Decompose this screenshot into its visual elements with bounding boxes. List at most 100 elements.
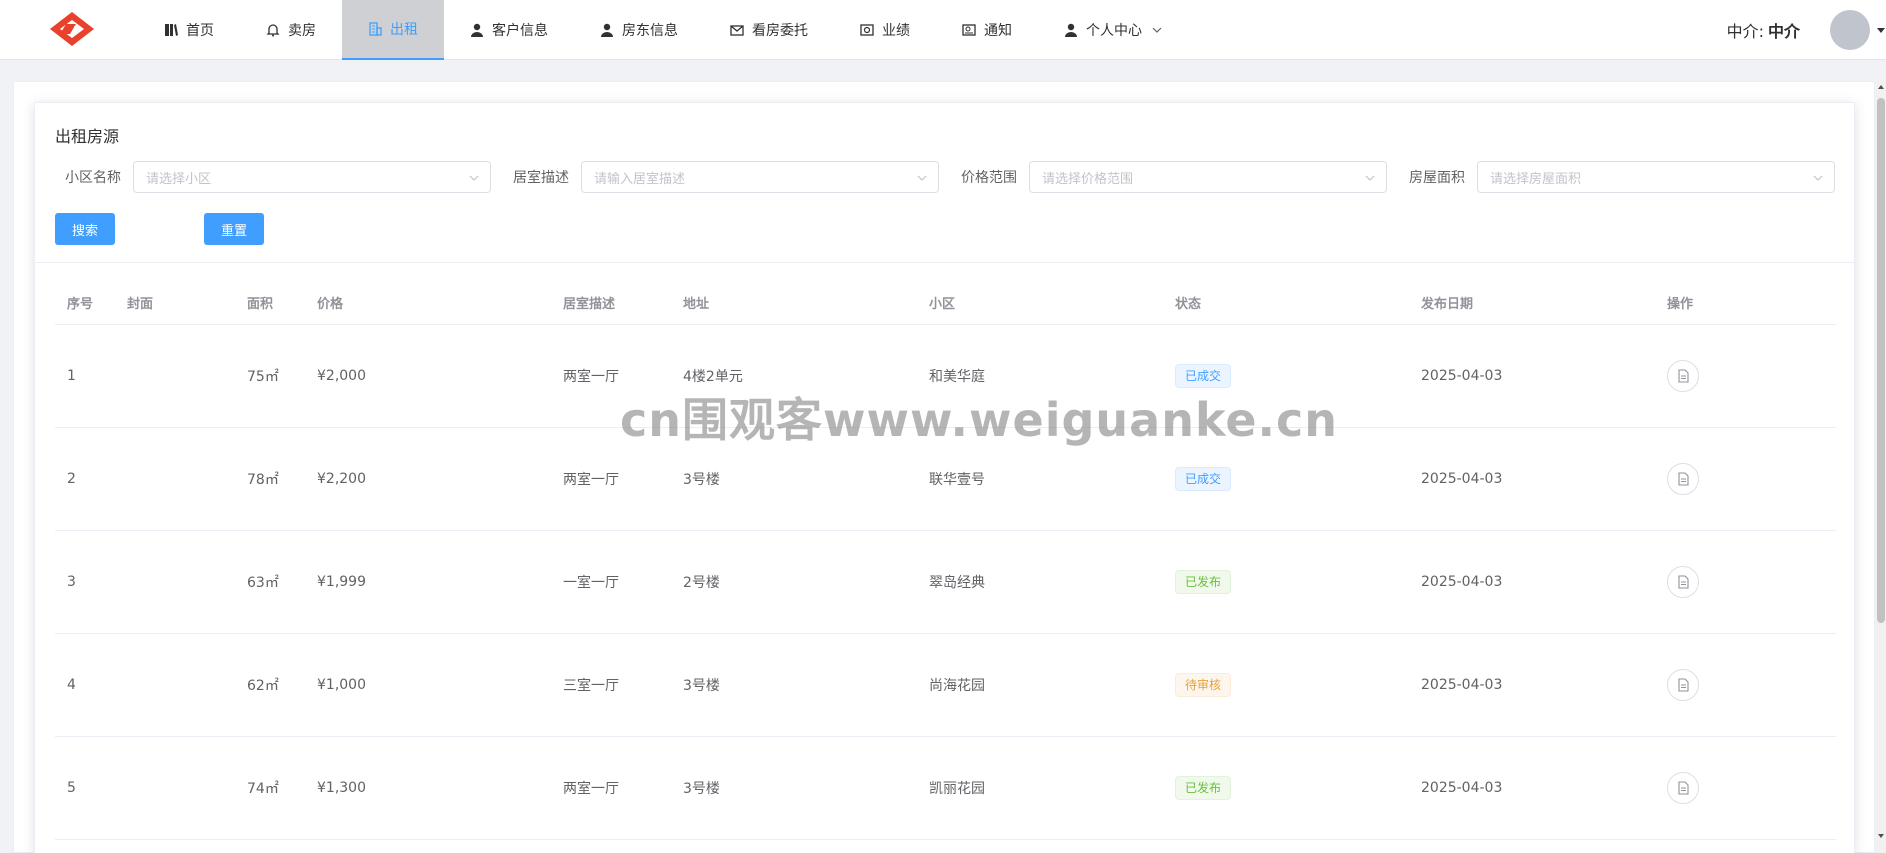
nav-customers-label: 客户信息 (492, 23, 548, 39)
search-button[interactable]: 搜索 (55, 213, 115, 245)
chevron-down-icon (1813, 175, 1823, 181)
nav-notice-label: 通知 (984, 23, 1012, 39)
scroll-down-icon[interactable] (1877, 832, 1885, 840)
user-icon (601, 23, 613, 37)
bell-icon (266, 24, 280, 37)
cell-actions (1655, 463, 1816, 495)
cell-no: 3 (67, 574, 76, 590)
scrollbar-thumb[interactable] (1877, 98, 1885, 623)
cell-address: 3号楼 (683, 472, 720, 488)
col-header-area: 面积 (247, 297, 274, 312)
col-header-community: 小区 (929, 297, 956, 312)
cell-community: 凯丽花园 (929, 781, 985, 797)
nav-performance-label: 业绩 (882, 23, 910, 39)
cell-room: 两室一厅 (563, 369, 619, 385)
cell-status: 已成交 (1163, 364, 1409, 388)
nav-customers[interactable]: 客户信息 (444, 0, 574, 60)
scroll-up-icon[interactable] (1877, 83, 1885, 91)
price-select[interactable]: 请选择价格范围 (1029, 161, 1387, 193)
cell-area: 78㎡ (247, 472, 279, 488)
cell-address: 3号楼 (683, 781, 720, 797)
nav-home[interactable]: 首页 (138, 0, 240, 60)
user-icon (471, 23, 483, 37)
nav-landlords-label: 房东信息 (622, 23, 678, 39)
cell-status: 已发布 (1163, 776, 1409, 800)
cell-actions (1655, 669, 1816, 701)
table-row: 2 78㎡ ¥2,200 两室一厅 3号楼 联华壹号 已成交 2025-04-03 (55, 428, 1836, 531)
agent-name: 中介 (1767, 22, 1800, 41)
agent-label: 中介: (1726, 22, 1764, 41)
cell-address: 4楼2单元 (683, 369, 743, 385)
cell-actions (1655, 772, 1816, 804)
document-icon (1678, 575, 1689, 589)
avatar[interactable] (1830, 10, 1870, 50)
cell-room: 一室一厅 (563, 575, 619, 591)
chevron-down-icon (1152, 27, 1162, 33)
view-detail-button[interactable] (1667, 360, 1699, 392)
view-detail-button[interactable] (1667, 463, 1699, 495)
table-row: 4 62㎡ ¥1,000 三室一厅 3号楼 尚海花园 待审核 2025-04-03 (55, 634, 1836, 737)
nav-sell[interactable]: 卖房 (240, 0, 342, 60)
cell-area: 75㎡ (247, 369, 279, 385)
logo-icon[interactable] (46, 10, 98, 48)
mail-icon (730, 25, 744, 36)
nav-profile[interactable]: 个人中心 (1038, 0, 1188, 60)
rent-table: 序号 封面 面积 价格 居室描述 地址 小区 状态 发布日期 操作 1 75㎡ ¥2… (55, 281, 1836, 840)
table-row: 5 74㎡ ¥1,300 两室一厅 3号楼 凯丽花园 已发布 2025-04-03 (55, 737, 1836, 840)
cell-price: ¥1,000 (317, 677, 366, 693)
filter-community: 小区名称 请选择小区 (65, 161, 491, 193)
price-select-placeholder: 请选择价格范围 (1042, 171, 1134, 187)
col-header-room: 居室描述 (563, 297, 616, 312)
status-badge: 已发布 (1175, 570, 1232, 594)
cell-community: 翠岛经典 (929, 575, 985, 591)
col-header-cover: 封面 (127, 297, 154, 312)
col-header-actions: 操作 (1667, 297, 1694, 312)
cell-status: 待审核 (1163, 673, 1409, 697)
reset-button[interactable]: 重置 (204, 213, 264, 245)
cell-actions (1655, 360, 1816, 392)
filter-community-label: 小区名称 (65, 170, 121, 186)
nav-rent-label: 出租 (390, 22, 418, 38)
nav-performance[interactable]: 业绩 (834, 0, 936, 60)
cell-status: 已发布 (1163, 570, 1409, 594)
cell-actions (1655, 566, 1816, 598)
view-detail-button[interactable] (1667, 566, 1699, 598)
cell-price: ¥2,200 (317, 471, 366, 487)
nav-landlords[interactable]: 房东信息 (574, 0, 704, 60)
view-detail-button[interactable] (1667, 669, 1699, 701)
page-title: 出租房源 (55, 127, 120, 146)
filter-price: 价格范围 请选择价格范围 (961, 161, 1387, 193)
community-select-placeholder: 请选择小区 (146, 171, 212, 187)
filter-area-label: 房屋面积 (1409, 170, 1465, 186)
cell-area: 62㎡ (247, 678, 279, 694)
nav-sell-label: 卖房 (288, 23, 316, 39)
nav-viewing[interactable]: 看房委托 (704, 0, 834, 60)
cell-address: 3号楼 (683, 678, 720, 694)
cell-community: 和美华庭 (929, 369, 985, 385)
document-icon (1678, 472, 1689, 486)
room-select[interactable]: 请输入居室描述 (581, 161, 939, 193)
chevron-down-icon (917, 175, 927, 181)
cell-area: 63㎡ (247, 575, 279, 591)
cell-room: 两室一厅 (563, 781, 619, 797)
room-select-placeholder: 请输入居室描述 (594, 171, 686, 187)
filter-price-label: 价格范围 (961, 170, 1017, 186)
nav-notice[interactable]: 通知 (936, 0, 1038, 60)
user-area: 中介: 中介 (1727, 0, 1886, 60)
caret-down-icon[interactable] (1876, 25, 1886, 35)
user-icon (1065, 23, 1077, 37)
notice-icon (962, 24, 976, 36)
cell-community: 联华壹号 (929, 472, 985, 488)
top-navbar: 首页 卖房 出租 客户信息 房东信息 看房委托 业绩 通知 个人中心 中介: 中… (0, 0, 1886, 60)
cell-room: 三室一厅 (563, 678, 619, 694)
nav-rent[interactable]: 出租 (342, 0, 444, 60)
cell-date: 2025-04-03 (1421, 471, 1503, 487)
col-header-date: 发布日期 (1421, 297, 1474, 312)
area-select[interactable]: 请选择房屋面积 (1477, 161, 1835, 193)
nav-home-label: 首页 (186, 23, 214, 39)
view-detail-button[interactable] (1667, 772, 1699, 804)
chevron-down-icon (1365, 175, 1375, 181)
status-badge: 待审核 (1175, 673, 1232, 697)
community-select[interactable]: 请选择小区 (133, 161, 491, 193)
nav-viewing-label: 看房委托 (752, 23, 808, 39)
